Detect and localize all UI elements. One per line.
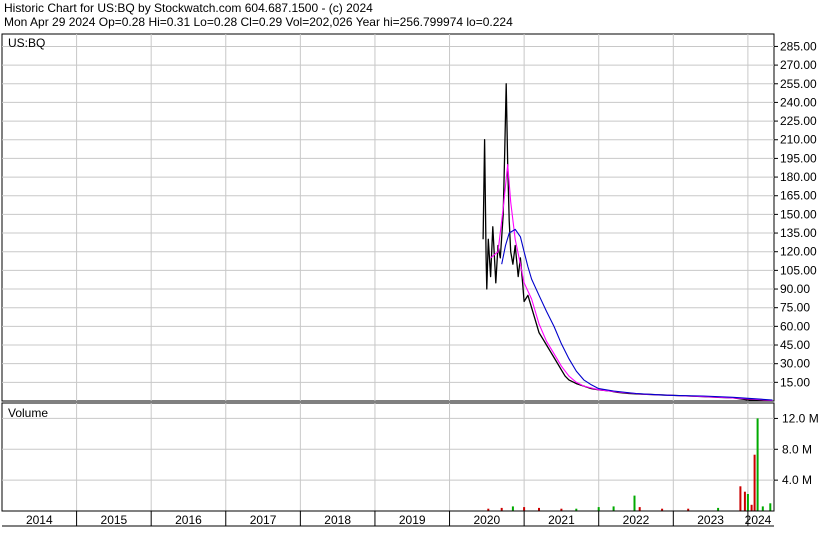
y-tick-label: 210.00	[780, 133, 817, 147]
volume-bar	[523, 507, 526, 511]
volume-bar	[511, 506, 514, 511]
volume-panel-frame	[1, 402, 775, 512]
volume-bar	[756, 418, 759, 511]
volume-bar	[761, 506, 764, 511]
y-tick-label: 60.00	[780, 319, 810, 333]
volume-bar	[753, 454, 756, 511]
price-y-axis: 15.00 30.00 45.00 60.00 75.00 90.00 105.00 120.…	[774, 39, 817, 389]
x-tick-label: 2022	[623, 513, 650, 527]
x-tick-label: 2024	[745, 513, 772, 527]
y-tick-label: 120.00	[780, 245, 817, 259]
x-tick-label: 2018	[324, 513, 351, 527]
y-tick-label: 150.00	[780, 207, 817, 221]
x-tick-label: 2014	[26, 513, 53, 527]
y-tick-label: 180.00	[780, 170, 817, 184]
volume-bar	[638, 507, 641, 511]
y-tick-label: 270.00	[780, 58, 817, 72]
chart-window: Historic Chart for US:BQ by Stockwatch.c…	[0, 0, 830, 543]
y-tick-label: 90.00	[780, 282, 810, 296]
y-tick-label: 285.00	[780, 39, 817, 53]
x-tick-label: 2023	[697, 513, 724, 527]
stock-chart: 15.00 30.00 45.00 60.00 75.00 90.00 105.00 120.…	[1, 33, 819, 527]
y-tick-label: 75.00	[780, 301, 810, 315]
x-tick-label: 2019	[399, 513, 426, 527]
y-tick-label: 12.0 M	[782, 411, 819, 425]
volume-label: Volume	[8, 406, 48, 420]
y-tick-label: 8.0 M	[782, 442, 812, 456]
x-tick-label: 2016	[175, 513, 202, 527]
y-tick-label: 135.00	[780, 226, 817, 240]
y-tick-label: 195.00	[780, 151, 817, 165]
volume-y-axis: 4.0 M 8.0 M 12.0 M	[774, 411, 819, 487]
y-tick-label: 105.00	[780, 263, 817, 277]
volume-panel: 4.0 M 8.0 M 12.0 M Volume	[1, 402, 819, 512]
volume-bar	[633, 495, 636, 511]
price-panel-frame	[1, 33, 775, 402]
symbol-label: US:BQ	[8, 36, 45, 50]
volume-bar	[743, 491, 746, 511]
y-tick-label: 225.00	[780, 114, 817, 128]
y-tick-label: 30.00	[780, 357, 810, 371]
x-axis: 2014 2015 2016 2017 2018 2019 2020 2021 2022 2023…	[2, 510, 774, 527]
volume-bar	[739, 486, 742, 511]
volume-bar	[612, 506, 615, 511]
y-tick-label: 15.00	[780, 375, 810, 389]
x-tick-label: 2021	[548, 513, 575, 527]
y-tick-label: 165.00	[780, 189, 817, 203]
y-tick-label: 4.0 M	[782, 473, 812, 487]
volume-bar	[597, 507, 600, 511]
x-tick-label: 2020	[473, 513, 500, 527]
y-tick-label: 255.00	[780, 77, 817, 91]
x-tick-label: 2017	[250, 513, 277, 527]
volume-bar	[746, 494, 749, 511]
volume-bar	[750, 504, 753, 511]
volume-bar	[769, 503, 772, 511]
price-panel: 15.00 30.00 45.00 60.00 75.00 90.00 105.00 120.…	[1, 33, 817, 402]
x-tick-label: 2015	[101, 513, 128, 527]
y-tick-label: 45.00	[780, 338, 810, 352]
y-tick-label: 240.00	[780, 95, 817, 109]
